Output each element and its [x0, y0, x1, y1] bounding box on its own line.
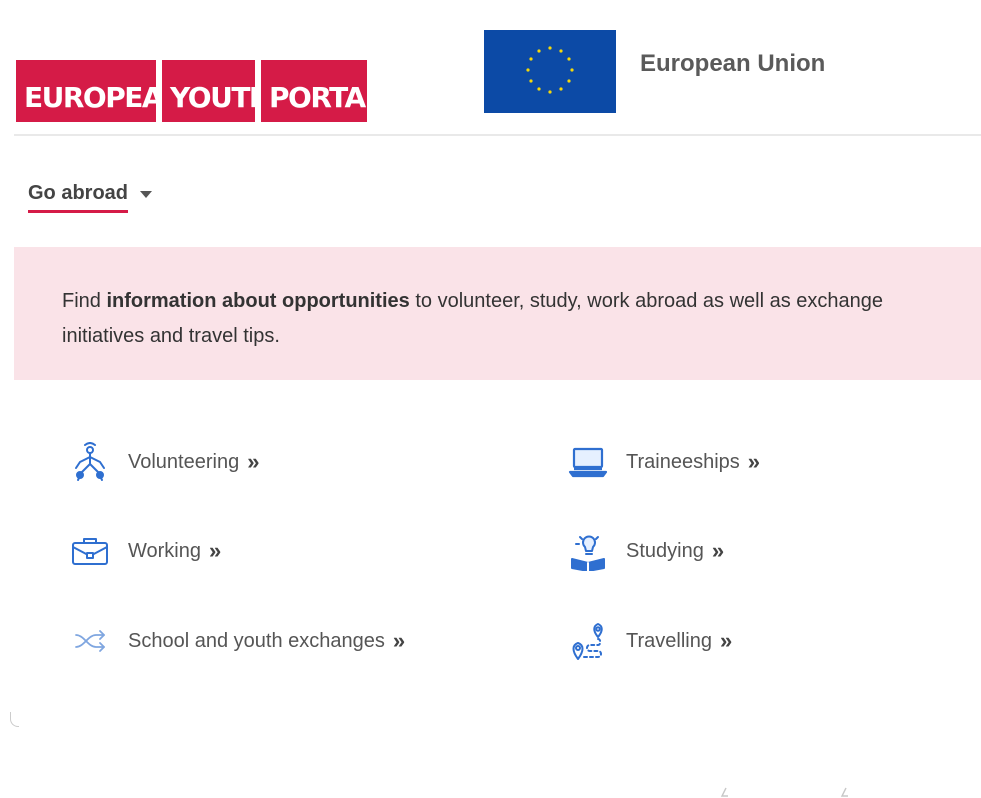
- double-chevron-right-icon: »: [719, 628, 732, 653]
- volunteering-icon: [70, 442, 110, 482]
- link-studying[interactable]: Studying »: [568, 531, 724, 571]
- link-school-youth-exchanges-label: School and youth exchanges: [128, 629, 385, 652]
- header-divider: [14, 134, 981, 136]
- logo-word-portal: PORTAL: [261, 60, 383, 122]
- double-chevron-right-icon: »: [247, 449, 259, 474]
- link-traineeships[interactable]: Traineeships »: [568, 442, 760, 482]
- briefcase-icon: [70, 531, 110, 571]
- double-chevron-right-icon: »: [209, 538, 221, 563]
- logo-word-youth: YOUTH: [162, 60, 272, 122]
- link-volunteering-label: Volunteering: [128, 450, 240, 473]
- logo-word-european: EUROPEAN: [16, 60, 185, 122]
- studying-icon: [568, 531, 608, 571]
- panel-corner-decoration: [10, 712, 19, 727]
- exchange-icon: [70, 621, 110, 661]
- link-volunteering[interactable]: Volunteering »: [70, 442, 260, 482]
- site-logo[interactable]: EUROPEAN YOUTH PORTAL: [16, 60, 383, 122]
- go-abroad-dropdown[interactable]: Go abroad: [28, 182, 153, 213]
- link-travelling-label: Travelling: [626, 629, 712, 652]
- eu-label: European Union: [640, 49, 826, 77]
- double-chevron-right-icon: »: [711, 538, 724, 563]
- footer-decoration: [720, 787, 848, 797]
- link-working-label: Working: [128, 539, 201, 562]
- map-pin-icon: [568, 621, 608, 661]
- eu-flag-icon: [484, 30, 616, 113]
- caret-down-icon: [140, 191, 153, 198]
- link-travelling[interactable]: Travelling »: [568, 621, 732, 661]
- intro-banner: Find information about opportunities to …: [14, 247, 981, 380]
- double-chevron-right-icon: »: [747, 449, 760, 474]
- banner-text-before: Find: [62, 290, 107, 312]
- laptop-icon: [568, 442, 608, 482]
- link-studying-label: Studying: [626, 539, 704, 562]
- banner-text-bold: information about opportunities: [106, 290, 410, 312]
- eu-branding[interactable]: European Union: [484, 30, 825, 113]
- double-chevron-right-icon: »: [392, 628, 405, 653]
- link-traineeships-label: Traineeships: [626, 450, 740, 473]
- link-working[interactable]: Working »: [70, 531, 221, 571]
- go-abroad-label: Go abroad: [28, 182, 129, 213]
- link-school-youth-exchanges[interactable]: School and youth exchanges »: [70, 621, 405, 661]
